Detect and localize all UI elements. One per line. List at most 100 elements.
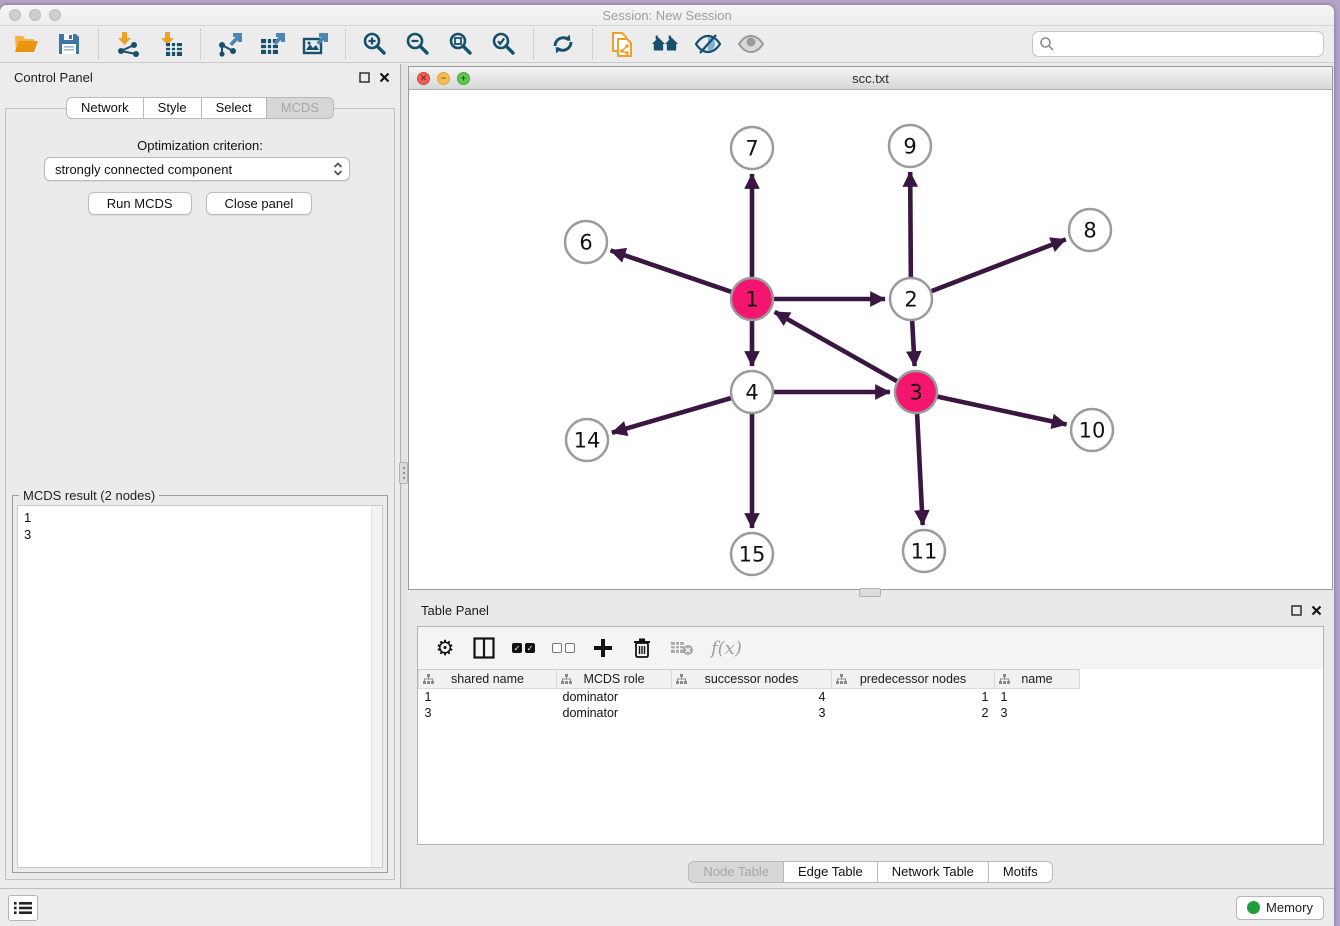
graph-edge-1-6[interactable]: [611, 250, 732, 291]
toolbar-separator: [345, 29, 346, 59]
graph-node-label: 15: [739, 543, 766, 567]
toolbar-separator: [98, 29, 99, 59]
zoom-fit-icon[interactable]: [447, 30, 475, 58]
export-table-icon[interactable]: [259, 30, 287, 58]
graph-node-label: 4: [745, 381, 758, 405]
table-row[interactable]: 1dominator411: [419, 689, 1324, 705]
network-workspace: ✕ − + scc.txt 7968124314101511 Table Pan…: [407, 64, 1334, 888]
export-image-icon[interactable]: [302, 30, 330, 58]
copy-network-icon[interactable]: [608, 30, 636, 58]
table-cell: 3: [419, 705, 557, 721]
hide-selected-icon[interactable]: [694, 30, 722, 58]
close-panel-icon[interactable]: [1311, 605, 1322, 616]
column-header-name[interactable]: name: [995, 670, 1080, 689]
table-cell: dominator: [557, 705, 672, 721]
first-neighbors-icon[interactable]: [651, 30, 679, 58]
close-panel-button[interactable]: Close panel: [206, 192, 313, 215]
frame-maximize-button[interactable]: +: [457, 72, 470, 85]
column-header-MCDS-role[interactable]: MCDS role: [557, 670, 672, 689]
graph-node-label: 11: [911, 540, 938, 564]
import-network-icon[interactable]: [114, 30, 142, 58]
horizontal-splitter[interactable]: [407, 590, 1334, 598]
graph-edge-2-3[interactable]: [912, 321, 914, 366]
tab-edge-table[interactable]: Edge Table: [783, 861, 878, 883]
float-panel-icon[interactable]: [359, 72, 370, 83]
frame-minimize-button[interactable]: −: [437, 72, 450, 85]
zoom-selected-icon[interactable]: [490, 30, 518, 58]
graph-node-label: 6: [579, 231, 592, 255]
tab-mcds[interactable]: MCDS: [266, 97, 334, 119]
tab-motifs[interactable]: Motifs: [988, 861, 1053, 883]
table-cell-filler: [1080, 689, 1324, 705]
tab-style[interactable]: Style: [143, 97, 202, 119]
splitter-handle[interactable]: [859, 588, 881, 597]
table-cell: 2: [832, 705, 995, 721]
search-input[interactable]: [1032, 31, 1324, 57]
tab-network-table[interactable]: Network Table: [877, 861, 989, 883]
toolbar-separator: [533, 29, 534, 59]
optimization-criterion-select[interactable]: strongly connected component: [44, 157, 350, 181]
splitter-handle[interactable]: [399, 462, 408, 484]
frame-close-button[interactable]: ✕: [417, 72, 430, 85]
mcds-result-textarea[interactable]: 13: [17, 505, 383, 868]
delete-table-icon[interactable]: [670, 636, 694, 660]
tab-select[interactable]: Select: [201, 97, 267, 119]
network-frame-title: scc.txt: [409, 71, 1332, 86]
zoom-out-icon[interactable]: [404, 30, 432, 58]
table-cell-filler: [1080, 705, 1324, 721]
memory-button[interactable]: Memory: [1236, 896, 1324, 920]
tab-network[interactable]: Network: [66, 97, 144, 119]
table-cell: 4: [672, 689, 832, 705]
export-network-icon[interactable]: [216, 30, 244, 58]
network-frame: ✕ − + scc.txt 7968124314101511: [408, 66, 1333, 590]
graph-node-label: 2: [904, 288, 917, 312]
show-all-icon[interactable]: [737, 30, 765, 58]
node-table-container: ⚙ ✓✓: [417, 626, 1324, 845]
column-layout-icon[interactable]: [473, 636, 495, 660]
stepper-chevrons-icon: [333, 161, 343, 177]
main-area: Control Panel NetworkStyleSelectMCDS Opt…: [0, 64, 1334, 888]
tab-node-table[interactable]: Node Table: [688, 861, 784, 883]
column-header-shared-name[interactable]: shared name: [419, 670, 557, 689]
graph-edge-3-11[interactable]: [917, 414, 923, 525]
control-panel: Control Panel NetworkStyleSelectMCDS Opt…: [0, 64, 400, 888]
task-history-button[interactable]: [8, 895, 38, 921]
column-header-predecessor-nodes[interactable]: predecessor nodes: [832, 670, 995, 689]
graph-edge-3-10[interactable]: [938, 397, 1067, 425]
column-header-successor-nodes[interactable]: successor nodes: [672, 670, 832, 689]
memory-label: Memory: [1266, 900, 1313, 915]
result-line: 3: [24, 526, 382, 543]
graph-edge-3-1[interactable]: [775, 312, 897, 381]
graph-edge-4-14[interactable]: [612, 398, 731, 433]
delete-columns-icon[interactable]: [631, 636, 653, 660]
result-scrollbar[interactable]: [371, 506, 382, 867]
graph-node-label: 1: [745, 288, 758, 312]
run-mcds-button[interactable]: Run MCDS: [88, 192, 192, 215]
deselect-all-rows-icon[interactable]: [552, 636, 575, 660]
table-row[interactable]: 3dominator323: [419, 705, 1324, 721]
mcds-result-group: MCDS result (2 nodes) 13: [12, 495, 388, 873]
graph-node-label: 14: [574, 429, 601, 453]
vertical-splitter[interactable]: [400, 64, 407, 888]
graph-node-label: 3: [909, 381, 922, 405]
close-panel-icon[interactable]: [379, 72, 390, 83]
toolbar-separator: [592, 29, 593, 59]
add-column-icon[interactable]: [592, 636, 614, 660]
import-table-icon[interactable]: [157, 30, 185, 58]
network-graph: 7968124314101511: [409, 90, 1332, 588]
network-canvas[interactable]: 7968124314101511: [409, 90, 1332, 589]
table-settings-icon[interactable]: ⚙: [434, 636, 456, 660]
table-cell: 1: [832, 689, 995, 705]
function-builder-icon[interactable]: f(x): [711, 636, 742, 660]
open-session-icon[interactable]: [12, 30, 40, 58]
save-session-icon[interactable]: [55, 30, 83, 58]
zoom-in-icon[interactable]: [361, 30, 389, 58]
graph-edge-2-8[interactable]: [932, 239, 1066, 291]
graph-node-label: 7: [745, 137, 758, 161]
table-cell: 1: [995, 689, 1080, 705]
refresh-icon[interactable]: [549, 30, 577, 58]
graph-edge-2-9[interactable]: [910, 172, 911, 277]
select-all-rows-icon[interactable]: ✓✓: [512, 636, 535, 660]
mcds-result-lines: 13: [18, 506, 382, 543]
float-panel-icon[interactable]: [1291, 605, 1302, 616]
